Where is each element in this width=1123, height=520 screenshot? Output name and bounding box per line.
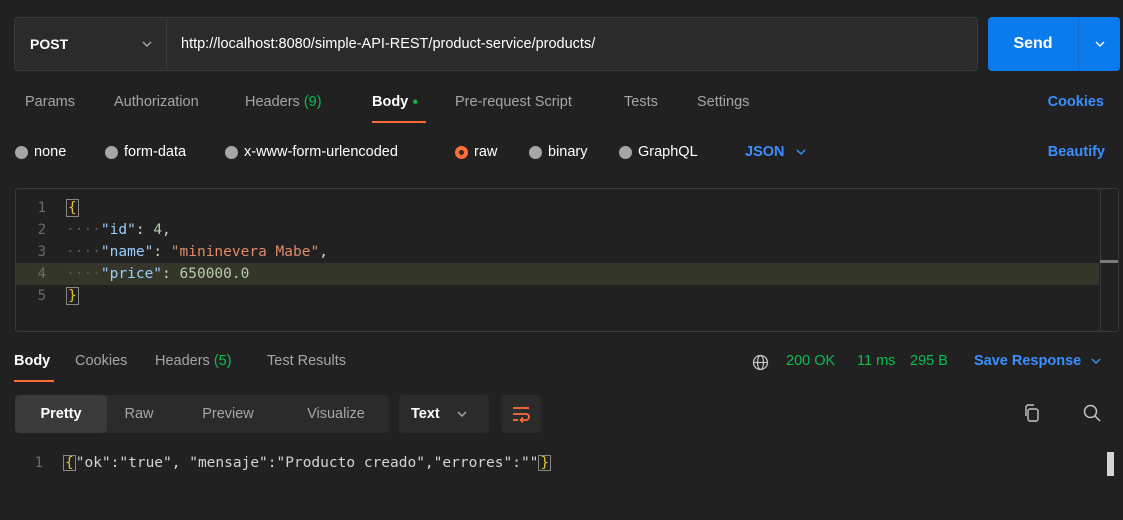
response-close-brace: }	[538, 455, 552, 471]
url-input[interactable]: http://localhost:8080/simple-API-REST/pr…	[167, 36, 595, 52]
tab-params[interactable]: Params	[25, 94, 75, 110]
request-body-editor[interactable]: 1 { 2 ····"id": 4, 3 ····"name": "minine…	[15, 188, 1119, 332]
response-tab-body[interactable]: Body	[14, 353, 50, 369]
radio-binary-label: binary	[548, 144, 588, 160]
save-response-label: Save Response	[974, 353, 1082, 369]
radio-none-label: none	[34, 144, 67, 160]
response-time[interactable]: 11 ms	[857, 353, 895, 369]
cookies-link[interactable]: Cookies	[1048, 94, 1104, 110]
json-key: "price"	[100, 266, 163, 282]
json-value: 650000.0	[179, 266, 250, 282]
tab-settings[interactable]: Settings	[697, 94, 749, 110]
send-button[interactable]: Send	[988, 17, 1120, 71]
request-bar: POST http://localhost:8080/simple-API-RE…	[14, 17, 978, 71]
radio-raw-label: raw	[474, 144, 498, 160]
response-tab-test-results[interactable]: Test Results	[267, 353, 346, 369]
radio-form-data[interactable]: form-data	[105, 144, 186, 160]
beautify-button[interactable]: Beautify	[1048, 144, 1105, 160]
response-tab-cookies[interactable]: Cookies	[75, 353, 127, 369]
json-key: "id"	[100, 222, 136, 238]
radio-urlencoded[interactable]: x-www-form-urlencoded	[225, 144, 398, 160]
wrap-lines-icon	[513, 407, 530, 423]
chevron-down-icon	[142, 41, 152, 48]
radio-raw[interactable]: raw	[455, 144, 497, 160]
chevron-down-icon	[1094, 41, 1105, 48]
response-tab-underline	[14, 380, 54, 382]
line-number: 5	[37, 288, 46, 304]
radio-circle-icon	[225, 145, 238, 159]
tab-body-label: Body	[372, 94, 409, 110]
body-type-options: none form-data x-www-form-urlencoded raw…	[15, 144, 1115, 164]
scrollbar-marker	[1100, 260, 1118, 263]
radio-form-data-label: form-data	[124, 144, 187, 160]
active-tab-underline	[372, 121, 426, 123]
radio-graphql[interactable]: GraphQL	[619, 144, 698, 160]
json-key: "name"	[100, 244, 154, 260]
tab-headers[interactable]: Headers (9)	[245, 94, 322, 110]
response-open-brace: {	[63, 455, 76, 471]
method-label: POST	[30, 36, 69, 52]
open-brace: {	[66, 199, 79, 217]
view-preview-button[interactable]: Preview	[175, 395, 281, 433]
json-value: 4	[153, 222, 163, 238]
response-tab-headers-label: Headers	[155, 353, 210, 369]
line-number: 3	[37, 244, 46, 260]
send-label: Send	[1013, 35, 1053, 52]
editor-line-highlighted: 4 ····"price": 650000.0	[16, 263, 1099, 285]
response-body-text: "ok":"true", "mensaje":"Producto creado"…	[75, 455, 539, 471]
editor-line: 5 }	[16, 285, 1099, 307]
body-active-dot-icon: ●	[412, 96, 419, 108]
tab-pre-request-script[interactable]: Pre-request Script	[455, 94, 572, 110]
save-response-button[interactable]: Save Response	[974, 353, 1102, 369]
tab-headers-label: Headers	[245, 94, 300, 110]
line-number: 2	[37, 222, 46, 238]
response-tab-headers[interactable]: Headers (5)	[155, 353, 232, 369]
json-value: "mininevera Mabe"	[170, 244, 320, 260]
chevron-down-icon	[1091, 358, 1101, 365]
wrap-lines-button[interactable]	[501, 395, 541, 433]
radio-circle-icon	[105, 145, 118, 159]
response-format-label: Text	[411, 406, 440, 422]
copy-icon[interactable]	[1024, 404, 1040, 422]
format-select-label: JSON	[745, 144, 785, 160]
chevron-down-icon	[795, 149, 806, 156]
format-select[interactable]: JSON	[745, 144, 807, 160]
line-number: 1	[34, 455, 43, 471]
radio-circle-icon	[529, 145, 542, 159]
response-size[interactable]: 295 B	[910, 353, 948, 369]
close-brace: }	[66, 287, 79, 305]
response-scrollbar-thumb[interactable]	[1107, 452, 1114, 476]
response-format-select[interactable]: Text	[399, 395, 489, 433]
tab-tests[interactable]: Tests	[624, 94, 658, 110]
view-raw-button[interactable]: Raw	[107, 395, 171, 433]
radio-binary[interactable]: binary	[529, 144, 588, 160]
radio-circle-icon	[15, 145, 28, 159]
view-visualize-button[interactable]: Visualize	[283, 395, 389, 433]
radio-circle-icon	[619, 145, 632, 159]
tab-body[interactable]: Body ●	[372, 94, 418, 110]
view-pretty-button[interactable]: Pretty	[15, 395, 107, 433]
response-headers-count-badge: (5)	[213, 353, 232, 369]
status-code[interactable]: 200 OK	[786, 353, 835, 369]
method-select[interactable]: POST	[15, 18, 167, 70]
line-number: 1	[37, 200, 46, 216]
search-icon[interactable]	[1083, 404, 1101, 422]
send-options-button[interactable]	[1079, 38, 1120, 50]
radio-selected-icon	[455, 145, 468, 159]
radio-urlencoded-label: x-www-form-urlencoded	[244, 144, 398, 160]
radio-none[interactable]: none	[15, 144, 66, 160]
editor-line: 2 ····"id": 4,	[16, 219, 1099, 241]
globe-icon[interactable]	[752, 354, 769, 371]
response-view-mode: Pretty Raw Preview Visualize	[15, 395, 389, 433]
response-body-line: 1 {"ok":"true", "mensaje":"Producto crea…	[15, 452, 552, 474]
editor-line: 3 ····"name": "mininevera Mabe",	[16, 241, 1099, 263]
headers-count-badge: (9)	[303, 94, 322, 110]
chevron-down-icon	[457, 411, 467, 418]
radio-graphql-label: GraphQL	[638, 144, 698, 160]
editor-line: 1 {	[16, 197, 1099, 219]
response-tabs: Body Cookies Headers (5) Test Results	[14, 353, 1114, 382]
tab-authorization[interactable]: Authorization	[114, 94, 199, 110]
line-number: 4	[37, 266, 46, 282]
